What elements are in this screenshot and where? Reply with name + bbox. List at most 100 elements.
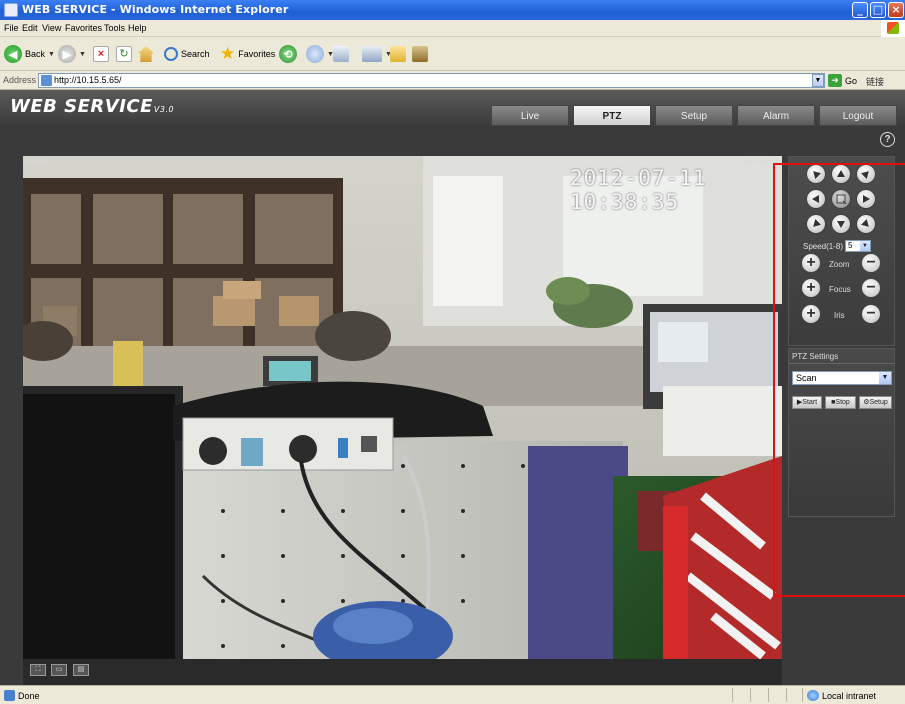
close-icon[interactable]: × <box>888 2 904 18</box>
fullscreen-icon[interactable]: ⛶ <box>30 664 46 676</box>
maximize-icon[interactable]: □ <box>870 2 886 18</box>
status-done: Done <box>4 690 40 701</box>
zoom-out-icon[interactable]: − <box>862 254 880 272</box>
ptz-down-left-icon[interactable] <box>807 215 825 233</box>
aspect-ratio-icon[interactable]: ▭ <box>51 664 67 676</box>
ptz-mode-select[interactable]: Scan ▼ <box>792 371 892 385</box>
ptz-up-icon[interactable] <box>832 165 850 183</box>
bitrate-label: 791Kbps <box>25 159 49 165</box>
zoom-label: Zoom <box>829 260 850 269</box>
chevron-down-icon: ▼ <box>48 50 55 58</box>
menu-edit[interactable]: Edit <box>22 23 38 33</box>
folder-button[interactable] <box>390 43 406 65</box>
resolution-label: 2048*1536 <box>741 159 771 165</box>
star-icon: ★ <box>220 44 236 63</box>
history-button[interactable]: ⟲ <box>279 43 297 65</box>
stream-toggle-icon[interactable]: ▤ <box>73 664 89 676</box>
focus-far-icon[interactable]: − <box>862 279 880 297</box>
menu-help[interactable]: Help <box>128 23 147 33</box>
menu-file[interactable]: File <box>4 23 19 33</box>
history-icon: ⟲ <box>279 45 297 63</box>
refresh-button[interactable]: ↻ <box>116 43 132 65</box>
stop-label: Stop <box>835 399 850 406</box>
logo-version: V3.0 <box>153 105 175 114</box>
speed-label: Speed(1-8) <box>803 241 844 251</box>
iris-close-icon[interactable]: − <box>862 305 880 323</box>
tab-alarm[interactable]: Alarm <box>737 105 815 126</box>
tab-setup[interactable]: Setup <box>655 105 733 126</box>
ptz-settings-panel: PTZ Settings Scan ▼ ▶Start ■Stop ⚙Setup <box>788 348 895 517</box>
question-circle-icon[interactable]: ? <box>880 132 895 147</box>
tab-logout[interactable]: Logout <box>819 105 897 126</box>
favorites-label: Favorites <box>238 49 276 59</box>
logo-text: WEB SERVICE <box>10 96 153 117</box>
ptz-up-right-icon[interactable] <box>857 165 875 183</box>
security-zone[interactable]: Local intranet <box>807 690 876 701</box>
start-label: Start <box>802 399 818 406</box>
speed-value: 5 <box>848 241 853 250</box>
address-input[interactable]: http://10.15.5.65/ <box>38 73 825 88</box>
ptz-up-left-icon[interactable] <box>807 165 825 183</box>
setup-label: Setup <box>869 399 888 406</box>
edit-button[interactable]: ▼ <box>362 43 392 65</box>
print-button[interactable] <box>333 43 349 65</box>
video-timestamp: 2012-07-11 10:38:35 <box>570 166 707 214</box>
address-dropdown-icon[interactable]: ▼ <box>812 74 824 87</box>
chevron-down-icon: ▼ <box>860 241 871 251</box>
zoom-in-icon[interactable]: + <box>802 254 820 272</box>
tab-ptz[interactable]: PTZ <box>573 105 651 126</box>
ptz-down-icon[interactable] <box>832 215 850 233</box>
go-label: Go <box>845 75 858 86</box>
menu-bar: File Edit View Favorites Tools Help <box>0 20 905 37</box>
research-icon <box>412 46 428 62</box>
menu-favorites[interactable]: Favorites <box>65 23 102 33</box>
go-button[interactable]: ➜ Go <box>828 74 857 87</box>
mail-icon <box>306 45 324 63</box>
app-logo: WEB SERVICEV3.0 <box>10 96 174 117</box>
menu-tools[interactable]: Tools <box>104 23 125 33</box>
ie-icon <box>4 3 18 17</box>
menu-view[interactable]: View <box>42 23 61 33</box>
back-button[interactable]: ◀ Back ▼ <box>4 43 55 65</box>
ptz-right-icon[interactable] <box>857 190 875 208</box>
research-button[interactable] <box>412 43 428 65</box>
divider <box>768 688 769 702</box>
focus-near-icon[interactable]: + <box>802 279 820 297</box>
links-label[interactable]: 链接 <box>866 75 884 88</box>
status-bar: Done Local intranet <box>0 685 905 704</box>
video-controls: ⛶ ▭ ▤ <box>23 659 782 685</box>
forward-button[interactable]: ▶ ▼ <box>58 43 86 65</box>
divider <box>732 688 733 702</box>
address-url: http://10.15.5.65/ <box>54 75 122 85</box>
favorites-button[interactable]: ★ Favorites <box>220 43 275 65</box>
divider <box>786 688 787 702</box>
video-feed[interactable]: 791Kbps 2048*1536 2012-07-11 10:38:35 <box>23 156 782 659</box>
status-text: Done <box>18 690 40 701</box>
address-bar: Address http://10.15.5.65/ ▼ ➜ Go 链接 <box>0 71 905 90</box>
ptz-down-right-icon[interactable] <box>857 215 875 233</box>
stop-button[interactable]: × <box>93 43 109 65</box>
forward-arrow-icon: ▶ <box>58 45 76 63</box>
search-label: Search <box>181 49 210 59</box>
window-titlebar: WEB SERVICE - Windows Internet Explorer … <box>0 0 905 20</box>
ptz-3d-locate-icon[interactable] <box>832 190 850 208</box>
iris-label: Iris <box>834 311 845 320</box>
ptz-left-icon[interactable] <box>807 190 825 208</box>
minimize-icon[interactable]: _ <box>852 2 868 18</box>
edit-icon <box>362 46 382 62</box>
search-button[interactable]: Search <box>164 43 210 65</box>
window-title: WEB SERVICE - Windows Internet Explorer <box>22 3 289 16</box>
stop-button-ptz[interactable]: ■Stop <box>825 396 856 409</box>
windows-logo-icon <box>881 20 905 37</box>
camera-image <box>23 156 782 659</box>
speed-select[interactable]: 5 ▼ <box>845 240 872 252</box>
mail-button[interactable]: ▼ <box>306 43 334 65</box>
iris-open-icon[interactable]: + <box>802 305 820 323</box>
start-button[interactable]: ▶Start <box>792 396 822 409</box>
setup-button[interactable]: ⚙Setup <box>859 396 892 409</box>
tab-live[interactable]: Live <box>491 105 569 126</box>
home-button[interactable] <box>138 43 154 65</box>
stop-icon: × <box>93 46 109 62</box>
search-icon <box>164 47 178 61</box>
chevron-down-icon: ▼ <box>79 50 86 58</box>
